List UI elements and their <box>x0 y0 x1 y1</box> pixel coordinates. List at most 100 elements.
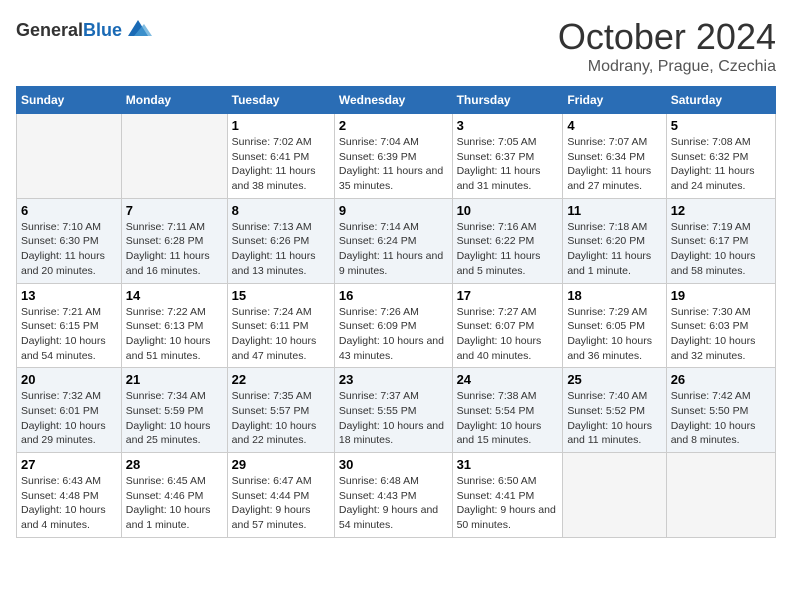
logo-blue: Blue <box>83 20 122 40</box>
day-info: Sunrise: 6:50 AM Sunset: 4:41 PM Dayligh… <box>457 474 559 533</box>
calendar-cell <box>121 114 227 199</box>
calendar-cell: 21Sunrise: 7:34 AM Sunset: 5:59 PM Dayli… <box>121 368 227 453</box>
weekday-header: Saturday <box>666 87 775 114</box>
calendar-cell: 14 Sunrise: 7:22 AM Sunset: 6:13 PM Dayli… <box>121 283 227 368</box>
calendar-cell: 7 Sunrise: 7:11 AM Sunset: 6:28 PM Daylig… <box>121 198 227 283</box>
day-number: 12 <box>671 203 771 218</box>
day-number: 2 <box>339 118 448 133</box>
calendar-cell: 27 Sunrise: 6:43 AM Sunset: 4:48 PM Dayli… <box>17 453 122 538</box>
day-number: 19 <box>671 288 771 303</box>
day-info: Sunrise: 7:40 AM Sunset: 5:52 PM Dayligh… <box>567 389 661 448</box>
calendar-cell: 8Sunrise: 7:13 AM Sunset: 6:26 PM Daylig… <box>227 198 334 283</box>
day-number: 10 <box>457 203 559 218</box>
calendar-cell: 3Sunrise: 7:05 AM Sunset: 6:37 PM Daylig… <box>452 114 563 199</box>
day-number: 31 <box>457 457 559 472</box>
day-info: Sunrise: 7:08 AM Sunset: 6:32 PM Dayligh… <box>671 135 771 194</box>
calendar-cell: 1 Sunrise: 7:02 AM Sunset: 6:41 PM Daylig… <box>227 114 334 199</box>
day-number: 23 <box>339 372 448 387</box>
day-number: 11 <box>567 203 661 218</box>
day-info: Sunrise: 7:38 AM Sunset: 5:54 PM Dayligh… <box>457 389 559 448</box>
day-info: Sunrise: 7:02 AM Sunset: 6:41 PM Dayligh… <box>232 135 330 194</box>
calendar-cell: 26 Sunrise: 7:42 AM Sunset: 5:50 PM Dayli… <box>666 368 775 453</box>
day-number: 24 <box>457 372 559 387</box>
calendar-cell: 19 Sunrise: 7:30 AM Sunset: 6:03 PM Dayli… <box>666 283 775 368</box>
calendar-week-row: 1 Sunrise: 7:02 AM Sunset: 6:41 PM Daylig… <box>17 114 776 199</box>
day-info: Sunrise: 7:10 AM Sunset: 6:30 PM Dayligh… <box>21 220 117 279</box>
calendar-cell: 6 Sunrise: 7:10 AM Sunset: 6:30 PM Daylig… <box>17 198 122 283</box>
day-number: 7 <box>126 203 223 218</box>
day-number: 26 <box>671 372 771 387</box>
calendar-cell: 31 Sunrise: 6:50 AM Sunset: 4:41 PM Dayli… <box>452 453 563 538</box>
month-title: October 2024 <box>558 16 776 58</box>
page-header: GeneralBlue October 2024 Modrany, Prague… <box>16 16 776 76</box>
day-number: 18 <box>567 288 661 303</box>
calendar-cell: 25 Sunrise: 7:40 AM Sunset: 5:52 PM Dayli… <box>563 368 666 453</box>
day-info: Sunrise: 7:30 AM Sunset: 6:03 PM Dayligh… <box>671 305 771 364</box>
day-number: 27 <box>21 457 117 472</box>
calendar-cell: 5 Sunrise: 7:08 AM Sunset: 6:32 PM Daylig… <box>666 114 775 199</box>
calendar-cell: 23Sunrise: 7:37 AM Sunset: 5:55 PM Dayli… <box>334 368 452 453</box>
day-number: 5 <box>671 118 771 133</box>
calendar-cell: 30 Sunrise: 6:48 AM Sunset: 4:43 PM Dayli… <box>334 453 452 538</box>
day-number: 13 <box>21 288 117 303</box>
day-info: Sunrise: 6:45 AM Sunset: 4:46 PM Dayligh… <box>126 474 223 533</box>
calendar-cell: 28Sunrise: 6:45 AM Sunset: 4:46 PM Dayli… <box>121 453 227 538</box>
day-info: Sunrise: 7:27 AM Sunset: 6:07 PM Dayligh… <box>457 305 559 364</box>
day-number: 25 <box>567 372 661 387</box>
day-number: 6 <box>21 203 117 218</box>
calendar-cell <box>563 453 666 538</box>
day-info: Sunrise: 7:29 AM Sunset: 6:05 PM Dayligh… <box>567 305 661 364</box>
calendar-week-row: 13 Sunrise: 7:21 AM Sunset: 6:15 PM Dayli… <box>17 283 776 368</box>
day-number: 4 <box>567 118 661 133</box>
day-number: 30 <box>339 457 448 472</box>
calendar-week-row: 20Sunrise: 7:32 AM Sunset: 6:01 PM Dayli… <box>17 368 776 453</box>
day-info: Sunrise: 7:26 AM Sunset: 6:09 PM Dayligh… <box>339 305 448 364</box>
calendar-cell: 20Sunrise: 7:32 AM Sunset: 6:01 PM Dayli… <box>17 368 122 453</box>
day-number: 14 <box>126 288 223 303</box>
calendar-header: SundayMondayTuesdayWednesdayThursdayFrid… <box>17 87 776 114</box>
day-number: 9 <box>339 203 448 218</box>
title-area: October 2024 Modrany, Prague, Czechia <box>558 16 776 76</box>
logo-icon <box>124 16 152 44</box>
day-info: Sunrise: 7:35 AM Sunset: 5:57 PM Dayligh… <box>232 389 330 448</box>
logo: GeneralBlue <box>16 16 152 44</box>
day-info: Sunrise: 7:21 AM Sunset: 6:15 PM Dayligh… <box>21 305 117 364</box>
day-info: Sunrise: 7:13 AM Sunset: 6:26 PM Dayligh… <box>232 220 330 279</box>
day-info: Sunrise: 6:48 AM Sunset: 4:43 PM Dayligh… <box>339 474 448 533</box>
calendar-cell: 16Sunrise: 7:26 AM Sunset: 6:09 PM Dayli… <box>334 283 452 368</box>
day-info: Sunrise: 6:47 AM Sunset: 4:44 PM Dayligh… <box>232 474 330 533</box>
day-info: Sunrise: 7:42 AM Sunset: 5:50 PM Dayligh… <box>671 389 771 448</box>
day-info: Sunrise: 7:05 AM Sunset: 6:37 PM Dayligh… <box>457 135 559 194</box>
day-info: Sunrise: 7:22 AM Sunset: 6:13 PM Dayligh… <box>126 305 223 364</box>
calendar-cell: 4 Sunrise: 7:07 AM Sunset: 6:34 PM Daylig… <box>563 114 666 199</box>
day-info: Sunrise: 6:43 AM Sunset: 4:48 PM Dayligh… <box>21 474 117 533</box>
weekday-header: Wednesday <box>334 87 452 114</box>
day-number: 1 <box>232 118 330 133</box>
calendar-cell: 29Sunrise: 6:47 AM Sunset: 4:44 PM Dayli… <box>227 453 334 538</box>
calendar-cell: 17 Sunrise: 7:27 AM Sunset: 6:07 PM Dayli… <box>452 283 563 368</box>
calendar-cell: 18 Sunrise: 7:29 AM Sunset: 6:05 PM Dayli… <box>563 283 666 368</box>
logo-text: GeneralBlue <box>16 20 122 41</box>
calendar-cell: 9Sunrise: 7:14 AM Sunset: 6:24 PM Daylig… <box>334 198 452 283</box>
day-info: Sunrise: 7:04 AM Sunset: 6:39 PM Dayligh… <box>339 135 448 194</box>
weekday-header: Tuesday <box>227 87 334 114</box>
calendar-week-row: 6 Sunrise: 7:10 AM Sunset: 6:30 PM Daylig… <box>17 198 776 283</box>
day-info: Sunrise: 7:11 AM Sunset: 6:28 PM Dayligh… <box>126 220 223 279</box>
calendar-cell: 2 Sunrise: 7:04 AM Sunset: 6:39 PM Daylig… <box>334 114 452 199</box>
calendar-cell: 11 Sunrise: 7:18 AM Sunset: 6:20 PM Dayli… <box>563 198 666 283</box>
calendar-cell: 24 Sunrise: 7:38 AM Sunset: 5:54 PM Dayli… <box>452 368 563 453</box>
calendar-cell: 15Sunrise: 7:24 AM Sunset: 6:11 PM Dayli… <box>227 283 334 368</box>
day-info: Sunrise: 7:18 AM Sunset: 6:20 PM Dayligh… <box>567 220 661 279</box>
weekday-header: Thursday <box>452 87 563 114</box>
day-number: 17 <box>457 288 559 303</box>
calendar-cell: 13 Sunrise: 7:21 AM Sunset: 6:15 PM Dayli… <box>17 283 122 368</box>
logo-general: General <box>16 20 83 40</box>
day-number: 20 <box>21 372 117 387</box>
day-info: Sunrise: 7:07 AM Sunset: 6:34 PM Dayligh… <box>567 135 661 194</box>
calendar-cell <box>666 453 775 538</box>
day-info: Sunrise: 7:19 AM Sunset: 6:17 PM Dayligh… <box>671 220 771 279</box>
weekday-header: Friday <box>563 87 666 114</box>
day-info: Sunrise: 7:34 AM Sunset: 5:59 PM Dayligh… <box>126 389 223 448</box>
calendar-body: 1 Sunrise: 7:02 AM Sunset: 6:41 PM Daylig… <box>17 114 776 538</box>
calendar-cell: 10Sunrise: 7:16 AM Sunset: 6:22 PM Dayli… <box>452 198 563 283</box>
